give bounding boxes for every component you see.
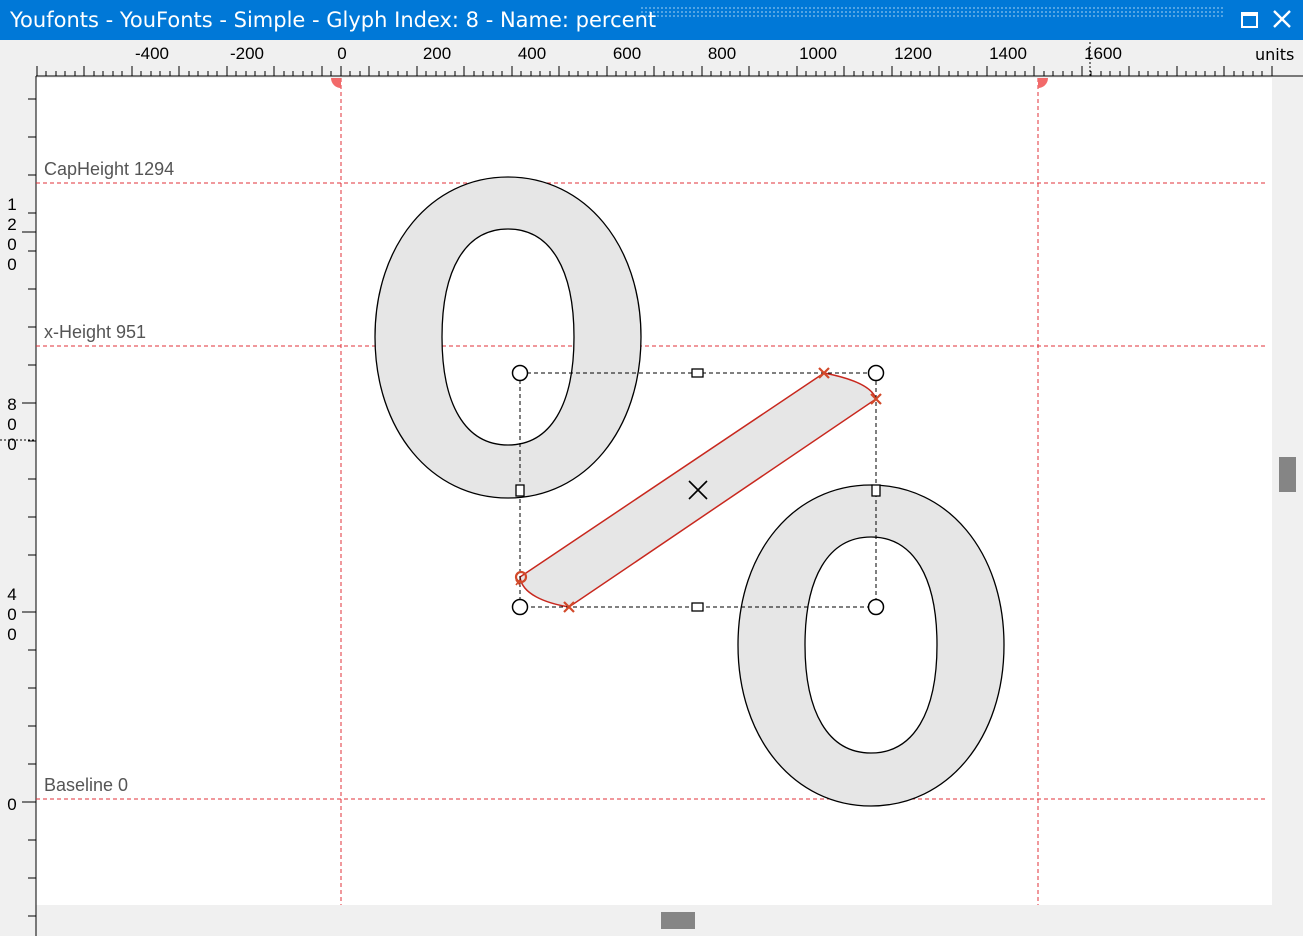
selection-edge-handle[interactable] xyxy=(871,484,881,497)
selection-edge-handle[interactable] xyxy=(691,368,704,378)
left-ruler-digit: 0 xyxy=(7,795,16,814)
top-ruler-label: -200 xyxy=(230,44,264,63)
left-ruler-digit: 0 xyxy=(7,435,16,454)
top-ruler: -400 -200 0 200 400 600 800 1000 1200 14… xyxy=(36,42,1303,77)
vertical-scroll-thumb[interactable] xyxy=(1279,457,1296,492)
left-ruler: 1 2 0 0 8 0 0 4 0 0 0 xyxy=(0,76,37,936)
top-ruler-label: 800 xyxy=(708,44,736,63)
left-ruler-digit: 0 xyxy=(7,605,16,624)
left-ruler-digit: 2 xyxy=(7,215,16,234)
baseline-label: Baseline 0 xyxy=(44,775,128,795)
selection-edge-handle[interactable] xyxy=(691,602,704,612)
left-ruler-digit: 0 xyxy=(7,625,16,644)
units-label: units xyxy=(1255,45,1295,64)
title-grip xyxy=(640,6,1225,18)
top-ruler-label: 400 xyxy=(518,44,546,63)
close-button[interactable] xyxy=(1267,5,1297,35)
left-ruler-digit: 0 xyxy=(7,235,16,254)
glyph-editor[interactable]: -400 -200 0 200 400 600 800 1000 1200 14… xyxy=(0,40,1303,936)
title-bar[interactable]: Youfonts - YouFonts - Simple - Glyph Ind… xyxy=(0,0,1303,40)
left-ruler-digit: 1 xyxy=(7,195,16,214)
maximize-icon xyxy=(1241,12,1258,28)
top-ruler-label: 1200 xyxy=(894,44,932,63)
selection-corner-handle[interactable] xyxy=(867,364,885,382)
left-ruler-digit: 4 xyxy=(7,585,16,604)
top-ruler-label: 600 xyxy=(613,44,641,63)
selection-corner-handle[interactable] xyxy=(867,598,885,616)
cap-height-label: CapHeight 1294 xyxy=(44,159,174,179)
left-ruler-digit: 0 xyxy=(7,255,16,274)
window-title: Youfonts - YouFonts - Simple - Glyph Ind… xyxy=(10,8,657,32)
maximize-button[interactable] xyxy=(1235,5,1265,35)
close-icon xyxy=(1273,10,1291,28)
selection-corner-handle[interactable] xyxy=(511,598,529,616)
x-height-label: x-Height 951 xyxy=(44,322,146,342)
selection-edge-handle[interactable] xyxy=(515,484,525,497)
top-ruler-label: -400 xyxy=(135,44,169,63)
top-ruler-label: 1600 xyxy=(1084,44,1122,63)
top-ruler-label: 1400 xyxy=(989,44,1027,63)
left-ruler-digit: 0 xyxy=(7,415,16,434)
selection-corner-handle[interactable] xyxy=(511,364,529,382)
top-ruler-label: 0 xyxy=(337,44,346,63)
left-ruler-digit: 8 xyxy=(7,395,16,414)
top-ruler-label: 200 xyxy=(423,44,451,63)
top-ruler-label: 1000 xyxy=(799,44,837,63)
horizontal-scroll-thumb[interactable] xyxy=(661,912,695,929)
